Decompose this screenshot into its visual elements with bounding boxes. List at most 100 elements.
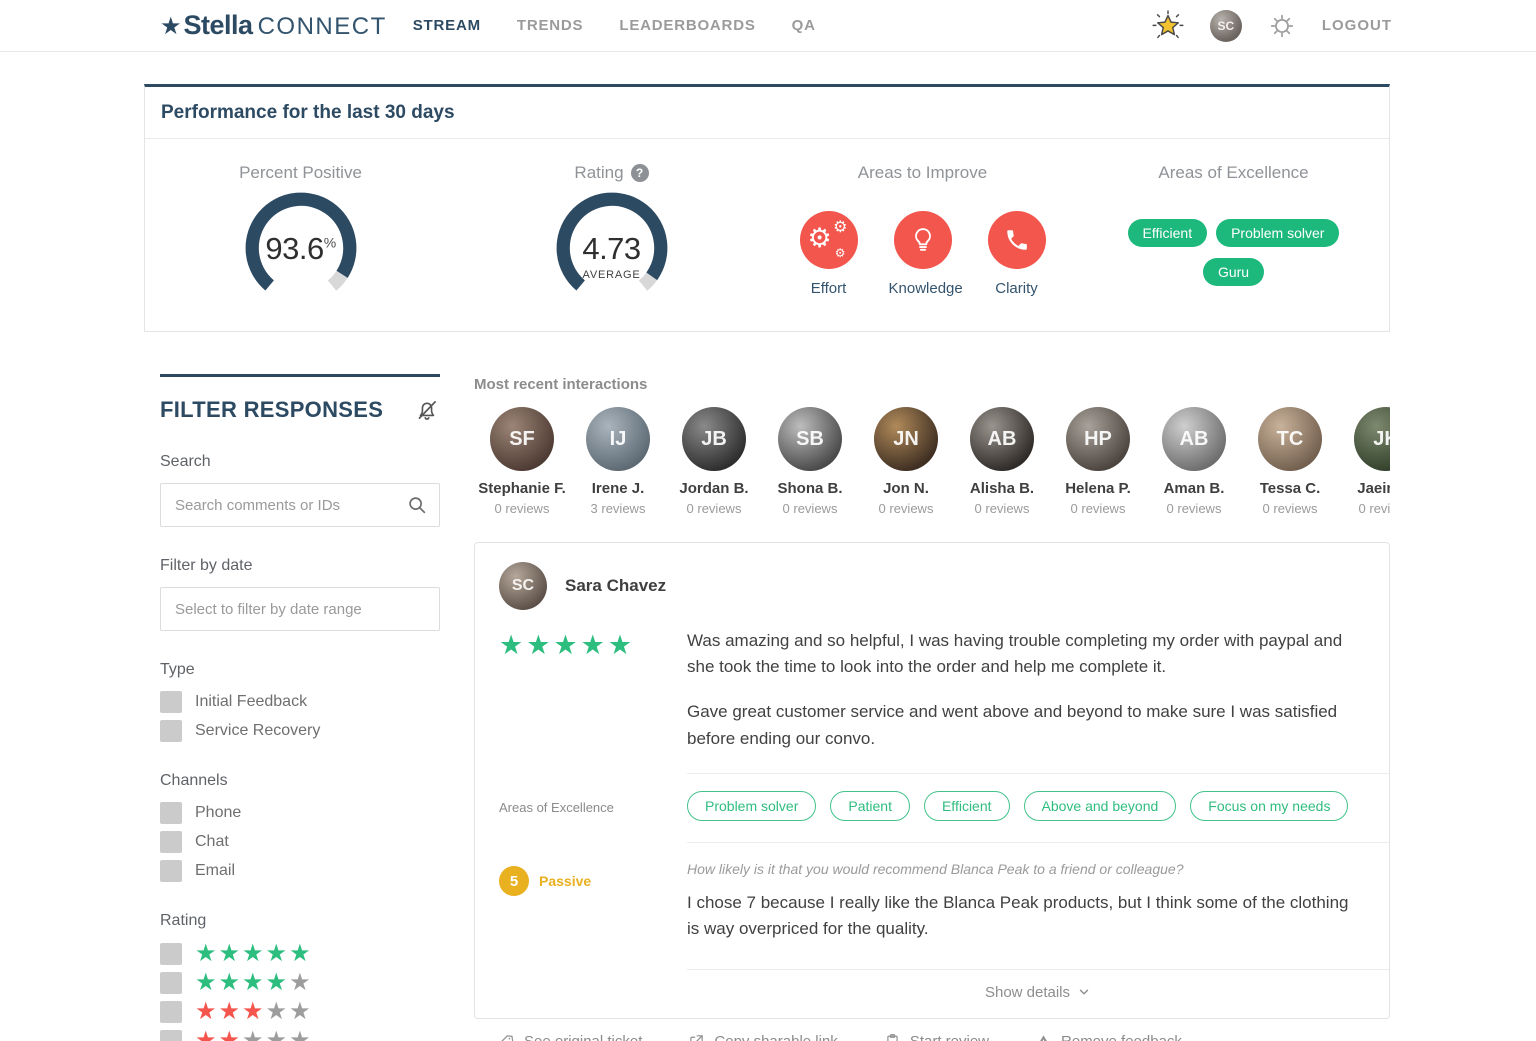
user-avatar[interactable]: SC [1210, 10, 1242, 42]
most-recent-interactions-title: Most recent interactions [474, 376, 1390, 393]
show-details-button[interactable]: Show details [985, 984, 1091, 1001]
rating-average-label: AVERAGE [537, 269, 687, 281]
improve-item-knowledge: Knowledge [889, 211, 957, 297]
checkbox-label: Chat [195, 833, 229, 851]
avatar: JN [874, 407, 938, 471]
recent-interactions-strip: SF Stephanie F. 0 reviews IJ Irene J. 3 … [474, 407, 1390, 516]
checkbox[interactable] [160, 943, 182, 965]
mute-bell-icon[interactable] [414, 397, 440, 423]
checkbox-label: Initial Feedback [195, 693, 307, 711]
primary-nav: STREAM TRENDS LEADERBOARDS QA [413, 17, 816, 34]
sparkle-star-icon[interactable] [1152, 10, 1184, 42]
person-name: Jordan B. [666, 480, 762, 499]
star-rating: ★★★★★ [195, 1029, 313, 1041]
person-irene[interactable]: IJ Irene J. 3 reviews [570, 407, 666, 516]
person-jaein[interactable]: JK Jaein K. 0 reviews [1338, 407, 1390, 516]
rating-filter-label: Rating [160, 912, 440, 930]
checkbox[interactable] [160, 691, 182, 713]
excellence-tag: Efficient [924, 791, 1010, 821]
remove-feedback-button[interactable]: Remove feedback [1035, 1033, 1182, 1041]
person-review-count: 0 reviews [1146, 501, 1242, 516]
review-paragraph: Was amazing and so helpful, I was having… [687, 628, 1359, 681]
person-review-count: 3 reviews [570, 501, 666, 516]
person-name: Aman B. [1146, 480, 1242, 499]
type-option-service-recovery: Service Recovery [160, 720, 440, 742]
ticket-icon [498, 1033, 515, 1041]
areas-of-excellence-label: Areas of Excellence [1158, 163, 1308, 183]
checkbox-label: Phone [195, 804, 241, 822]
percent-positive-gauge: 93.6% [226, 187, 376, 309]
checkbox[interactable] [160, 1001, 182, 1023]
lightbulb-icon [894, 211, 952, 269]
improve-item-label: Clarity [983, 280, 1051, 297]
rating-value: 4.73 [537, 231, 687, 267]
review-star-rating: ★★★★★ [499, 632, 687, 659]
date-range-input[interactable] [160, 587, 440, 631]
checkbox[interactable] [160, 1030, 182, 1041]
checkbox[interactable] [160, 860, 182, 882]
person-shona[interactable]: SB Shona B. 0 reviews [762, 407, 858, 516]
nav-tab-trends[interactable]: TRENDS [517, 17, 583, 34]
checkbox[interactable] [160, 972, 182, 994]
areas-of-excellence-column: Areas of Excellence Efficient Problem so… [1078, 155, 1389, 309]
clipboard-icon [884, 1033, 901, 1041]
review-paragraph: Gave great customer service and went abo… [687, 699, 1359, 752]
search-input[interactable] [160, 483, 440, 527]
rating-help-icon[interactable]: ? [631, 164, 649, 182]
nav-tab-leaderboards[interactable]: LEADERBOARDS [619, 17, 755, 34]
person-review-count: 0 reviews [762, 501, 858, 516]
nav-tab-qa[interactable]: QA [792, 17, 816, 34]
excellence-tag: Focus on my needs [1190, 791, 1348, 821]
checkbox[interactable] [160, 831, 182, 853]
logo-brand-suffix: CONNECT [258, 13, 387, 41]
channel-option-phone: Phone [160, 802, 440, 824]
percent-positive-value: 93.6% [226, 231, 376, 267]
nps-answer: I chose 7 because I really like the Blan… [687, 890, 1359, 943]
star-rating: ★★★★★ [195, 1000, 313, 1024]
filter-sidebar: FILTER RESPONSES Search [160, 374, 440, 1041]
person-helena[interactable]: HP Helena P. 0 reviews [1050, 407, 1146, 516]
copy-sharable-link-button[interactable]: Copy sharable link [688, 1033, 837, 1041]
star-rating: ★★★★★ [195, 942, 313, 966]
rating-column: Rating ? 4.73 AVERAGE [456, 155, 767, 309]
logout-button[interactable]: LOGOUT [1322, 17, 1392, 34]
phone-icon [988, 211, 1046, 269]
nps-score: 5 [499, 866, 529, 896]
checkbox[interactable] [160, 720, 182, 742]
person-tessa[interactable]: TC Tessa C. 0 reviews [1242, 407, 1338, 516]
card-areas-of-excellence-label: Areas of Excellence [499, 800, 614, 815]
top-nav-bar: ★ Stella CONNECT STREAM TRENDS LEADERBOA… [0, 0, 1536, 52]
person-jon[interactable]: JN Jon N. 0 reviews [858, 407, 954, 516]
settings-gear-icon[interactable] [1268, 12, 1296, 40]
chevron-down-icon [1077, 985, 1091, 999]
person-name: Alisha B. [954, 480, 1050, 499]
checkbox-label: Service Recovery [195, 722, 320, 740]
percent-positive-label: Percent Positive [239, 163, 362, 183]
nav-tab-stream[interactable]: STREAM [413, 17, 481, 34]
improve-item-effort: ⚙⚙⚙ Effort [795, 211, 863, 297]
see-original-ticket-button[interactable]: See original ticket [498, 1033, 642, 1041]
avatar: SB [778, 407, 842, 471]
improve-item-label: Effort [795, 280, 863, 297]
excellence-tag: Above and beyond [1024, 791, 1177, 821]
excellence-tag: Patient [830, 791, 910, 821]
person-aman[interactable]: AB Aman B. 0 reviews [1146, 407, 1242, 516]
type-label: Type [160, 661, 440, 679]
person-review-count: 0 reviews [1338, 501, 1390, 516]
excellence-tag: Guru [1203, 258, 1264, 286]
app-logo[interactable]: ★ Stella CONNECT [160, 10, 387, 41]
rating-filter-row-2: ★★★★★ [160, 1029, 440, 1041]
person-jordan[interactable]: JB Jordan B. 0 reviews [666, 407, 762, 516]
percent-positive-column: Percent Positive 93.6% [145, 155, 456, 309]
person-stephanie[interactable]: SF Stephanie F. 0 reviews [474, 407, 570, 516]
checkbox-label: Email [195, 862, 235, 880]
person-name: Shona B. [762, 480, 858, 499]
start-review-button[interactable]: Start review [884, 1033, 989, 1041]
person-name: Jaein K. [1338, 480, 1390, 499]
person-alisha[interactable]: AB Alisha B. 0 reviews [954, 407, 1050, 516]
person-review-count: 0 reviews [1050, 501, 1146, 516]
person-name: Stephanie F. [474, 480, 570, 499]
checkbox[interactable] [160, 802, 182, 824]
rating-filter-row-5: ★★★★★ [160, 942, 440, 966]
customer-avatar: SC [499, 562, 547, 610]
